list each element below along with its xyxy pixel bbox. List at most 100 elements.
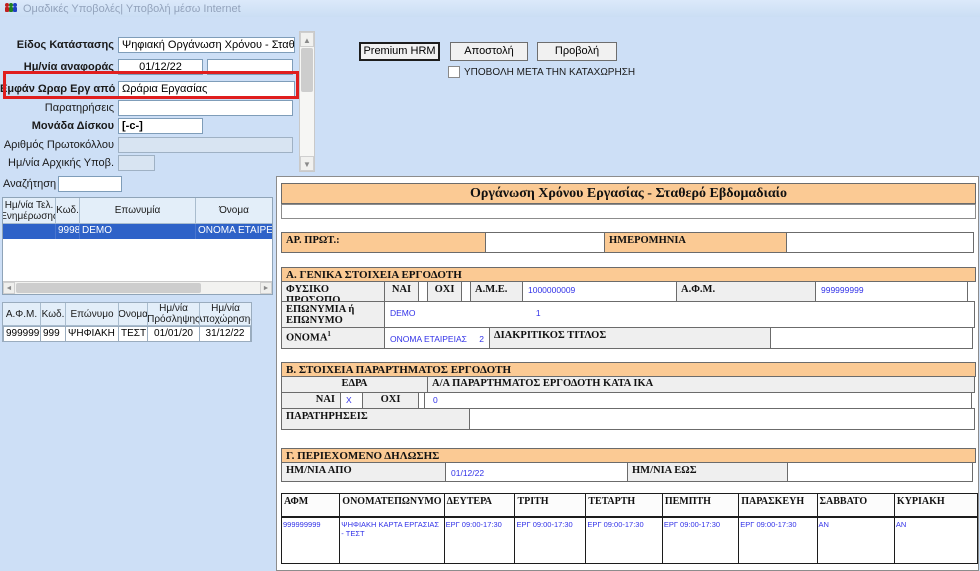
companies-table-header: Ημ/νία Τελ. Ενημέρωσης Κωδ. Επωνυμία Όνο… — [3, 198, 272, 224]
employee-onoma-cell[interactable]: ΤΕΣΤ — [119, 326, 148, 342]
company-eponymia-cell[interactable]: DEMO — [80, 224, 196, 239]
document-preview-panel: Οργάνωση Χρόνου Εργασίας - Σταθερό Εβδομ… — [276, 176, 979, 571]
oxi-label: ΟΧΙ — [427, 281, 462, 302]
section-b-row-1: ΕΔΡΑ Α/Α ΠΑΡΑΡΤΗΜΑΤΟΣ ΕΡΓΟΔΟΤΗ ΚΑΤΑ ΙΚΑ — [281, 377, 975, 393]
scroll-up-icon[interactable]: ▲ — [300, 32, 314, 47]
sched-col-afm: ΑΦΜ — [282, 494, 340, 517]
col-header-eponymia[interactable]: Επωνυμία — [80, 198, 196, 224]
section-b-row-2: ΝΑΙ X ΟΧΙ 0 — [281, 393, 972, 409]
companies-hscrollbar[interactable]: ◄ ► — [3, 281, 272, 294]
col-header-hire-date[interactable]: Ημ/νία Πρόσληψης — [148, 303, 200, 326]
hmnia-arxikis-label: Ημ/νία Αρχικής Υποβ. — [0, 157, 114, 169]
red-highlight-box — [3, 71, 299, 99]
nai-label: ΝΑΙ — [384, 281, 419, 302]
ame-value: 1000000009 — [522, 281, 677, 302]
fysiko-prosopo-label: ΦΥΣΙΚΟ ΠΡΟΣΩΠΟ — [281, 281, 385, 302]
eponymia-value: DEMO — [390, 308, 416, 318]
sched-col-thursday: ΠΕΜΠΤΗ — [662, 494, 738, 517]
edra-nai-label: ΝΑΙ — [281, 392, 341, 409]
section-a-row-3: ΟΝΟΜΑ1 ΟΝΟΜΑ ΕΤΑΙΡΕΙΑΣ 2 ΔΙΑΚΡΙΤΙΚΟΣ ΤΙΤ… — [281, 328, 973, 349]
company-date-cell[interactable] — [3, 224, 56, 239]
employee-hire-cell[interactable]: 01/01/20 — [148, 326, 200, 342]
col-header-code[interactable]: Κωδ. — [56, 198, 80, 224]
companies-table: Ημ/νία Τελ. Ενημέρωσης Κωδ. Επωνυμία Όνο… — [2, 197, 273, 295]
sched-col-monday: ΔΕΥΤΕΡΑ — [444, 494, 515, 517]
onoma-value: ΟΝΟΜΑ ΕΤΑΙΡΕΙΑΣ — [390, 334, 467, 344]
anazitisi-input[interactable] — [58, 176, 122, 192]
col-header-leave-date[interactable]: Ημ/νία Αποχώρησης — [200, 303, 251, 326]
edra-label: ΕΔΡΑ — [281, 376, 428, 393]
sched-col-tuesday: ΤΡΙΤΗ — [515, 494, 586, 517]
onoma-superscript: 1 — [327, 330, 331, 338]
eidos-katastasis-input[interactable]: Ψηφιακή Οργάνωση Χρόνου - Σταθερό Εβδομα… — [118, 37, 295, 53]
sched-friday-cell: ΕΡΓ 09:00-17:30 — [739, 517, 817, 564]
sched-sunday-cell: ΑΝ — [894, 517, 977, 564]
doc-paratiriseis-label: ΠΑΡΑΤΗΡΗΣΕΙΣ — [281, 408, 470, 430]
imerominia-value — [786, 232, 974, 253]
company-onoma-cell[interactable]: ΟΝΟΜΑ ΕΤΑΙΡΕΙΑΣ — [196, 224, 272, 239]
employee-code-cell[interactable]: 999 — [41, 326, 66, 342]
employee-afm-cell[interactable]: 999999999 — [3, 326, 41, 342]
sched-col-name: ΟΝΟΜΑΤΕΠΩΝΥΜΟ — [340, 494, 444, 517]
sched-wednesday-cell: ΕΡΓ 09:00-17:30 — [586, 517, 662, 564]
section-b-row-3: ΠΑΡΑΤΗΡΗΣΕΙΣ — [281, 409, 975, 430]
aa-parartimatos-label: Α/Α ΠΑΡΑΡΤΗΜΑΤΟΣ ΕΡΓΟΔΟΤΗ ΚΑΤΑ ΙΚΑ — [427, 376, 975, 393]
col-header-onoma[interactable]: Όνομα — [196, 198, 272, 224]
employees-table: Α.Φ.Μ. Κωδ. Επώνυμο Όνομα Ημ/νία Πρόσληψ… — [2, 302, 252, 342]
protocol-row: ΑΡ. ΠΡΩΤ.: ΗΜΕΡΟΜΗΝΙΑ — [281, 232, 974, 253]
eponymia-value-cell: DEMO 1 — [384, 301, 975, 328]
onoma-value-2: 2 — [479, 334, 484, 344]
document-subtitle-empty-row — [281, 204, 976, 219]
scroll-left-icon[interactable]: ◄ — [3, 282, 15, 294]
monada-diskou-input[interactable]: [-c-] — [118, 118, 203, 134]
schedule-data-row: 999999999 ΨΗΦΙΑΚΗ ΚΑΡΤΑ ΕΡΓΑΣΙΑΣ - ΤΕΣΤ … — [282, 517, 978, 564]
section-c-row-1: ΗΜ/ΝΙΑ ΑΠΟ 01/12/22 ΗΜ/ΝΙΑ ΕΩΣ — [281, 463, 973, 482]
col-header-eponymo[interactable]: Επώνυμο — [66, 303, 119, 326]
sched-col-friday: ΠΑΡΑΣΚΕΥΗ — [739, 494, 817, 517]
scroll-right-icon[interactable]: ► — [260, 282, 272, 294]
afm-label: Α.Φ.Μ. — [676, 281, 816, 302]
form-scrollbar[interactable]: ▲ ▼ — [299, 31, 315, 172]
diakritikos-label: ΔΙΑΚΡΙΤΙΚΟΣ ΤΙΤΛΟΣ — [489, 327, 771, 349]
company-row-selected[interactable]: 9998 DEMO ΟΝΟΜΑ ΕΤΑΙΡΕΙΑΣ — [3, 224, 272, 239]
employee-eponymo-cell[interactable]: ΨΗΦΙΑΚΗ ΚΑΡΤΑ — [66, 326, 119, 342]
aa-parartimatos-value: 0 — [424, 392, 972, 409]
paratiriseis-label: Παρατηρήσεις — [0, 102, 114, 114]
section-c-header: Γ. ΠΕΡΙΕΧΟΜΕΝΟ ΔΗΛΩΣΗΣ — [281, 448, 976, 463]
submit-after-save-checkbox[interactable] — [448, 66, 460, 78]
col-header-afm[interactable]: Α.Φ.Μ. — [3, 303, 41, 326]
schedule-table: ΑΦΜ ΟΝΟΜΑΤΕΠΩΝΥΜΟ ΔΕΥΤΕΡΑ ΤΡΙΤΗ ΤΕΤΑΡΤΗ … — [281, 493, 978, 564]
monada-diskou-label: Μονάδα Δίσκου — [0, 120, 114, 132]
col-header-last-update[interactable]: Ημ/νία Τελ. Ενημέρωσης — [3, 198, 56, 224]
apostoli-button[interactable]: Αποστολή — [450, 42, 528, 61]
eidos-katastasis-label: Είδος Κατάστασης — [0, 39, 114, 51]
sched-col-wednesday: ΤΕΤΑΡΤΗ — [586, 494, 662, 517]
ar-prot-value — [485, 232, 605, 253]
hmnia-eos-value — [787, 462, 973, 482]
sched-name-cell: ΨΗΦΙΑΚΗ ΚΑΡΤΑ ΕΡΓΑΣΙΑΣ - ΤΕΣΤ — [340, 517, 444, 564]
provoli-button[interactable]: Προβολή — [537, 42, 617, 61]
premium-hrm-button[interactable]: Premium HRM — [359, 42, 440, 61]
sched-monday-cell: ΕΡΓ 09:00-17:30 — [444, 517, 515, 564]
edra-nai-value: X — [340, 392, 363, 409]
arithmos-protokollou-input — [118, 137, 293, 153]
afm-value: 999999999 — [815, 281, 968, 302]
scroll-down-icon[interactable]: ▼ — [300, 156, 314, 171]
company-code-cell[interactable]: 9998 — [56, 224, 80, 239]
hscrollbar-thumb[interactable] — [16, 283, 201, 293]
section-b-header: Β. ΣΤΟΙΧΕΙΑ ΠΑΡΑΡΤΗΜΑΤΟΣ ΕΡΓΟΔΟΤΗ — [281, 362, 976, 377]
sched-saturday-cell: ΑΝ — [817, 517, 894, 564]
document-title: Οργάνωση Χρόνου Εργασίας - Σταθερό Εβδομ… — [281, 183, 976, 204]
col-header-emp-onoma[interactable]: Όνομα — [119, 303, 148, 326]
employee-leave-cell[interactable]: 31/12/22 — [200, 326, 251, 342]
submit-after-save-label: ΥΠΟΒΟΛΗ ΜΕΤΑ ΤΗΝ ΚΑΤΑΧΩΡΗΣΗ — [464, 67, 635, 78]
paratiriseis-input[interactable] — [118, 100, 293, 116]
ar-prot-label: ΑΡ. ΠΡΩΤ.: — [281, 232, 486, 253]
scrollbar-thumb[interactable] — [301, 48, 313, 92]
sched-afm-cell: 999999999 — [282, 517, 340, 564]
sched-tuesday-cell: ΕΡΓ 09:00-17:30 — [515, 517, 586, 564]
col-header-emp-code[interactable]: Κωδ. — [41, 303, 66, 326]
arithmos-protokollou-label: Αριθμός Πρωτοκόλλου — [0, 139, 114, 151]
edra-oxi-label: ΟΧΙ — [362, 392, 419, 409]
employee-row[interactable]: 999999999 999 ΨΗΦΙΑΚΗ ΚΑΡΤΑ ΤΕΣΤ 01/01/2… — [3, 326, 251, 342]
